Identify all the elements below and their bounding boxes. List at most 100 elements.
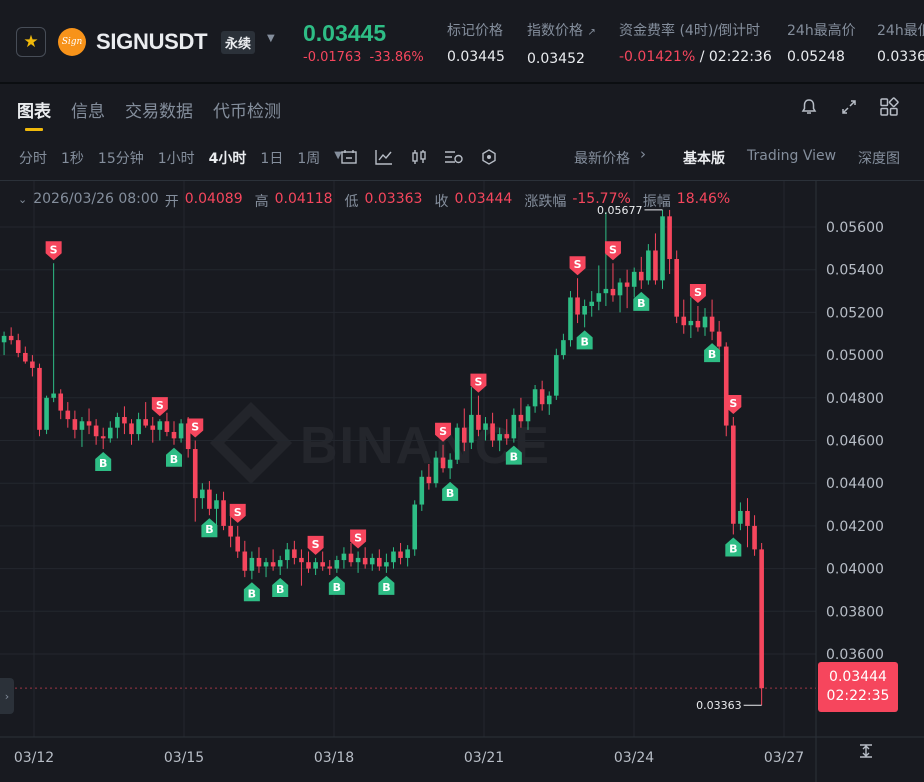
x-tick-label: 03/15 [164,750,204,766]
chart-settings-icon[interactable] [443,146,465,168]
ohlc-legend: ⌄ 2026/03/26 08:00 开 0.04089 高 0.04118 低 0.… [18,191,736,211]
candle-body [738,510,743,524]
depth-hex-icon[interactable] [478,146,500,168]
change-label: 涨跌幅 [524,194,567,210]
chevron-down-icon[interactable]: ▼ [267,33,275,44]
candle-body [745,510,750,526]
candle-body [518,414,524,422]
reset-chart-icon[interactable] [338,146,360,168]
candle-body [660,216,665,281]
sell-marker[interactable]: S [151,397,168,417]
candle-body [525,406,531,422]
buy-marker[interactable]: B [633,291,650,311]
candle-body [277,560,283,567]
y-tick-label: 0.05400 [826,263,884,279]
candle-body [646,250,651,281]
buy-marker[interactable]: B [166,447,182,467]
auto-scale-icon[interactable] [858,743,878,763]
expand-icon[interactable] [838,96,860,118]
marker-label: S [439,425,447,438]
buy-marker[interactable]: B [378,575,395,595]
high-value: 0.04118 [274,191,333,207]
drawing-tools-toggle[interactable]: › [0,678,14,714]
interval-1h[interactable]: 1小时 [158,148,195,168]
sell-marker[interactable]: S [45,241,62,261]
sell-marker[interactable]: S [307,535,324,555]
layout-grid-icon[interactable] [878,96,900,118]
buy-marker[interactable]: B [505,445,522,465]
y-tick-label: 0.03800 [826,604,884,620]
y-tick-label: 0.04200 [826,519,884,535]
tab-chart[interactable]: 图表 [17,97,51,131]
bell-icon[interactable] [798,96,820,118]
candle-body [228,525,233,537]
buy-marker[interactable]: B [442,481,459,501]
change-abs: -0.01763 [303,50,362,65]
buy-marker[interactable]: B [95,452,112,472]
sell-marker[interactable]: S [604,241,621,261]
marker-label: S [234,506,242,519]
candle-body [617,282,623,296]
stat-index-price[interactable]: 指数价格 ↗ 0.03452 [527,22,596,68]
stat-label: 24h最低价 [877,23,924,39]
candle-body [391,551,396,563]
candle-body [306,562,311,569]
marker-label: S [354,532,362,545]
chevron-right-icon[interactable]: › [640,145,646,163]
buy-marker[interactable]: B [243,582,260,602]
buy-marker[interactable]: B [272,578,289,598]
buy-marker[interactable]: B [201,518,218,538]
sell-marker[interactable]: S [435,422,452,442]
candle-body [752,525,757,550]
stat-24h-high: 24h最高价 0.05248 [787,22,856,66]
interval-1w[interactable]: 1周 [297,148,320,168]
candle-body [454,427,460,460]
interval-15m[interactable]: 15分钟 [98,148,144,168]
sell-marker[interactable]: S [350,529,367,549]
candle-body [263,562,269,567]
buy-marker[interactable]: B [576,330,593,350]
candle-body [610,288,616,296]
interval-1s[interactable]: 1秒 [61,148,84,168]
candlestick-chart[interactable]: BINANCE 0.05600 0.05400 0.05200 0.05000 0.04… [0,181,924,782]
view-basic[interactable]: 基本版 [683,148,725,168]
candle-body [107,427,113,439]
indicator-icon[interactable] [373,146,395,168]
candle-body [554,355,559,396]
candle-body [341,553,347,561]
candle-body [483,423,488,430]
stat-label: 24h最高价 [787,23,856,39]
low-marker-label: 0.03363 [696,699,742,712]
candle-body [546,395,552,405]
chart-canvas[interactable]: 0.05600 0.05400 0.05200 0.05000 0.04800 0.046… [0,181,924,782]
candle-body [79,421,85,430]
view-switcher: 基本版 Trading View 深度图 [683,148,900,168]
interval-1d[interactable]: 1日 [260,148,283,168]
interval-time-share[interactable]: 分时 [19,148,47,168]
candle-body [426,476,432,484]
candle-body [638,271,644,281]
sell-marker[interactable]: S [689,283,706,303]
y-tick-label: 0.04800 [826,391,884,407]
tab-token-check[interactable]: 代币检测 [213,97,281,131]
sell-marker[interactable]: S [569,256,586,276]
view-tradingview[interactable]: Trading View [747,148,836,168]
view-depth[interactable]: 深度图 [858,148,900,168]
panel-actions [798,96,900,118]
candle-type-icon[interactable] [408,146,430,168]
collapse-legend-icon[interactable]: ⌄ [18,191,27,211]
tab-trading-data[interactable]: 交易数据 [125,97,193,131]
interval-selector: 分时 1秒 15分钟 1小时 4小时 1日 1周 ▼ [19,148,342,168]
candle-body [695,320,701,328]
buy-marker[interactable]: B [328,575,345,595]
symbol-name[interactable]: SIGNUSDT [96,29,208,55]
price-type-selector[interactable]: 最新价格 [574,148,630,168]
favorite-star-icon[interactable]: ★ [16,27,46,57]
interval-4h[interactable]: 4小时 [209,148,247,168]
sell-marker[interactable]: S [229,503,246,523]
chart-tools [338,146,500,168]
buy-marker[interactable]: B [725,537,742,557]
tab-info[interactable]: 信息 [71,97,105,131]
candle-body [51,393,56,398]
candle-body [461,427,467,443]
